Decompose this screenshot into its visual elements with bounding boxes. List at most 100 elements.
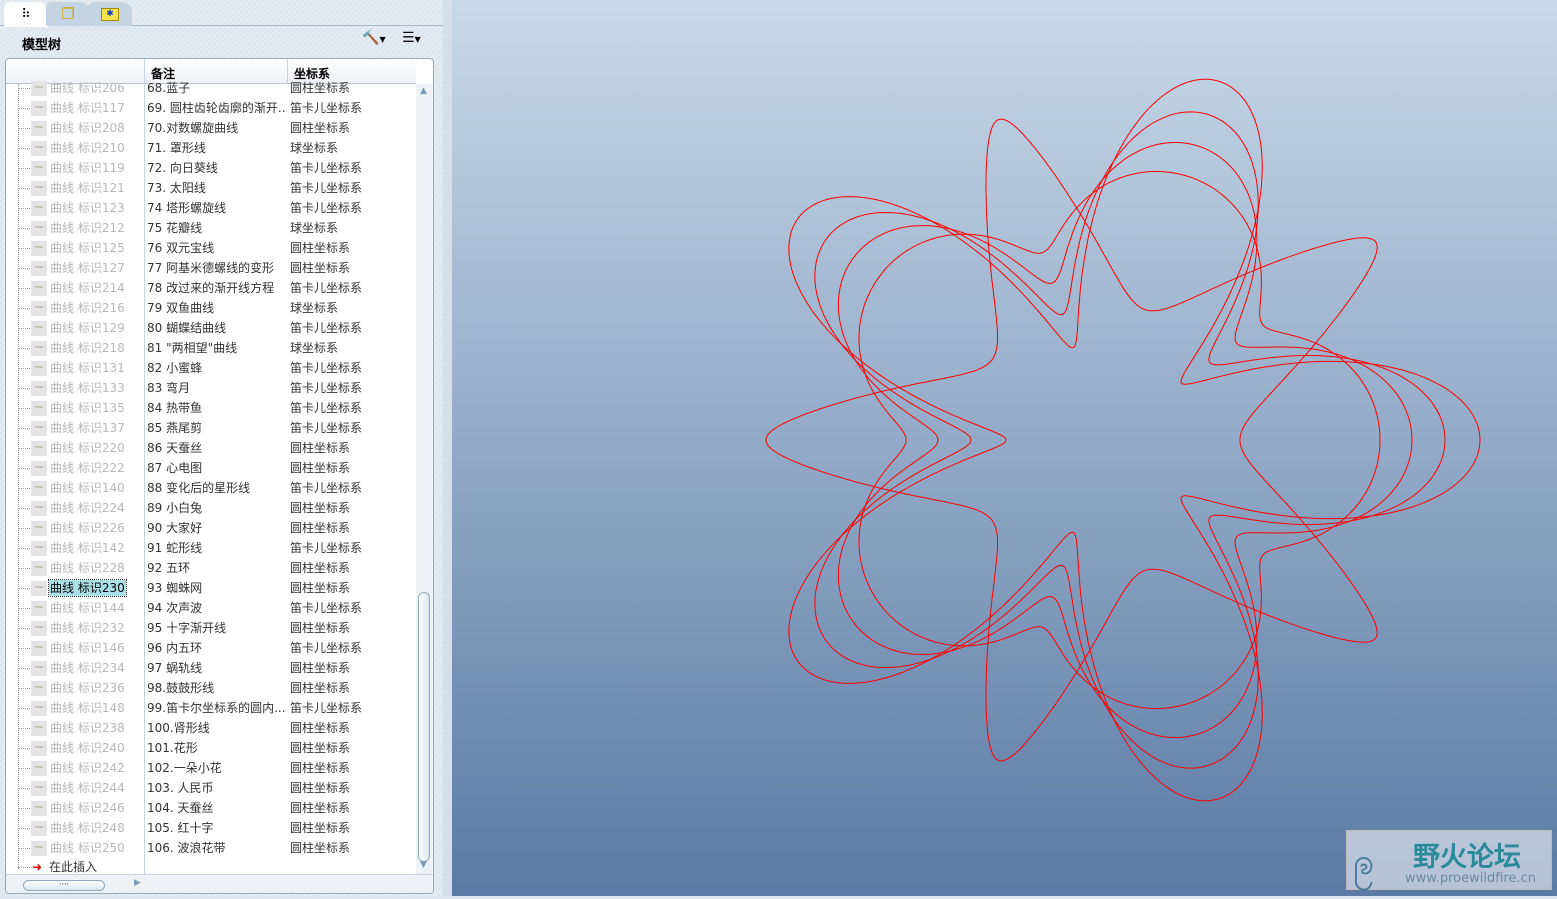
feature-name[interactable]: 曲线 标识208 [49, 118, 126, 138]
feature-name[interactable]: 曲线 标识127 [49, 258, 126, 278]
feature-name[interactable]: 曲线 标识142 [49, 538, 126, 558]
tree-item[interactable]: ∼ 曲线 标识137 85 燕尾剪 笛卡儿坐标系 [6, 418, 416, 438]
tree-item[interactable]: ∼ 曲线 标识133 83 弯月 笛卡儿坐标系 [6, 378, 416, 398]
feature-name[interactable]: 曲线 标识222 [49, 458, 126, 478]
feature-name[interactable]: 曲线 标识216 [49, 298, 126, 318]
curve-icon: ∼ [31, 141, 47, 156]
tree-item[interactable]: ∼ 曲线 标识216 79 双鱼曲线 球坐标系 [6, 298, 416, 318]
feature-name[interactable]: 曲线 标识248 [49, 818, 126, 838]
feature-name[interactable]: 曲线 标识212 [49, 218, 126, 238]
tree-item[interactable]: ∼ 曲线 标识210 71. 罩形线 球坐标系 [6, 138, 416, 158]
feature-name[interactable]: 曲线 标识214 [49, 278, 126, 298]
tree-item[interactable]: ∼ 曲线 标识121 73. 太阳线 笛卡儿坐标系 [6, 178, 416, 198]
tree-item[interactable]: ∼ 曲线 标识248 105. 红十字 圆柱坐标系 [6, 818, 416, 838]
tree-item[interactable]: ∼ 曲线 标识135 84 热带鱼 笛卡儿坐标系 [6, 398, 416, 418]
feature-name[interactable]: 曲线 标识121 [49, 178, 126, 198]
feature-name[interactable]: 曲线 标识131 [49, 358, 126, 378]
tree-item[interactable]: ∼ 曲线 标识224 89 小白兔 圆柱坐标系 [6, 498, 416, 518]
scroll-right-icon[interactable]: ▶ [134, 878, 141, 888]
tab-model-tree[interactable]: ⠷ [4, 2, 48, 27]
tree-item[interactable]: ∼ 曲线 标识232 95 十字渐开线 圆柱坐标系 [6, 618, 416, 638]
tree-item[interactable]: ∼ 曲线 标识222 87 心电图 圆柱坐标系 [6, 458, 416, 478]
horizontal-scrollbar[interactable]: ···· ▶ [6, 874, 433, 893]
feature-name[interactable]: 曲线 标识226 [49, 518, 126, 538]
tree-item[interactable]: ∼ 曲线 标识146 96 内五环 笛卡儿坐标系 [6, 638, 416, 658]
feature-name[interactable]: 曲线 标识246 [49, 798, 126, 818]
scroll-up-icon[interactable]: ▲ [420, 86, 427, 96]
tree-item[interactable]: ∼ 曲线 标识140 88 变化后的星形线 笛卡儿坐标系 [6, 478, 416, 498]
settings-tools-button[interactable]: 🔨▼ [362, 30, 386, 46]
feature-name[interactable]: 曲线 标识234 [49, 658, 126, 678]
tree-item[interactable]: ∼ 曲线 标识127 77 阿基米德螺线的变形 圆柱坐标系 [6, 258, 416, 278]
tree-item[interactable]: ∼ 曲线 标识238 100.肾形线 圆柱坐标系 [6, 718, 416, 738]
tree-item[interactable]: ∼ 曲线 标识142 91 蛇形线 笛卡儿坐标系 [6, 538, 416, 558]
curve-icon: ∼ [31, 681, 47, 696]
feature-name[interactable]: 曲线 标识117 [49, 98, 126, 118]
tree-item[interactable]: ∼ 曲线 标识129 80 蝴蝶结曲线 笛卡儿坐标系 [6, 318, 416, 338]
feature-name[interactable]: 曲线 标识129 [49, 318, 126, 338]
tree-item[interactable]: ∼ 曲线 标识218 81 "两相望"曲线 球坐标系 [6, 338, 416, 358]
feature-name[interactable]: 曲线 标识230 [48, 579, 127, 597]
coord-system-cell: 圆柱坐标系 [290, 681, 351, 695]
tree-item[interactable]: ∼ 曲线 标识131 82 小蜜蜂 笛卡儿坐标系 [6, 358, 416, 378]
feature-name[interactable]: 曲线 标识146 [49, 638, 126, 658]
graphics-viewport[interactable]: ဨ 野火论坛 www.proewildfire.cn [452, 0, 1557, 896]
scrollbar-thumb[interactable]: ···· [23, 880, 105, 891]
feature-name[interactable]: 曲线 标识135 [49, 398, 126, 418]
tree-item[interactable]: ∼ 曲线 标识240 101.花形 圆柱坐标系 [6, 738, 416, 758]
feature-name[interactable]: 曲线 标识228 [49, 558, 126, 578]
feature-name[interactable]: 曲线 标识220 [49, 438, 126, 458]
feature-name[interactable]: 曲线 标识232 [49, 618, 126, 638]
tree-item[interactable]: ∼ 曲线 标识250 106. 波浪花带 圆柱坐标系 [6, 838, 416, 858]
feature-name[interactable]: 曲线 标识144 [49, 598, 126, 618]
feature-name[interactable]: 曲线 标识250 [49, 838, 126, 858]
curve[interactable] [788, 78, 1481, 802]
curve-icon: ∼ [31, 721, 47, 736]
tree-item[interactable]: ∼ 曲线 标识119 72. 向日葵线 笛卡儿坐标系 [6, 158, 416, 178]
tree-item[interactable]: ∼ 曲线 标识208 70.对数螺旋曲线 圆柱坐标系 [6, 118, 416, 138]
curve[interactable] [837, 142, 1413, 738]
tree-item[interactable]: ∼ 曲线 标识246 104. 天蚕丝 圆柱坐标系 [6, 798, 416, 818]
tree-item[interactable]: ∼ 曲线 标识117 69. 圆柱齿轮齿廓的渐开... 笛卡儿坐标系 [6, 98, 416, 118]
tree-item[interactable]: ∼ 曲线 标识125 76 双元宝线 圆柱坐标系 [6, 238, 416, 258]
feature-name[interactable]: 曲线 标识140 [49, 478, 126, 498]
curve[interactable] [765, 118, 1378, 762]
feature-name[interactable]: 曲线 标识236 [49, 678, 126, 698]
tree-item[interactable]: ∼ 曲线 标识242 102.一朵小花 圆柱坐标系 [6, 758, 416, 778]
feature-name[interactable]: 曲线 标识244 [49, 778, 126, 798]
tree-item[interactable]: ∼ 曲线 标识226 90 大家好 圆柱坐标系 [6, 518, 416, 538]
tree-item[interactable]: ∼ 曲线 标识230 93 蜘蛛网 圆柱坐标系 [6, 578, 416, 598]
feature-name[interactable]: 曲线 标识224 [49, 498, 126, 518]
feature-name[interactable]: 曲线 标识238 [49, 718, 126, 738]
feature-name[interactable]: 曲线 标识125 [49, 238, 126, 258]
vertical-scrollbar[interactable]: ▲ ▼ [416, 84, 433, 874]
feature-name[interactable]: 曲线 标识206 [49, 78, 126, 98]
feature-name[interactable]: 曲线 标识133 [49, 378, 126, 398]
feature-name[interactable]: 曲线 标识137 [49, 418, 126, 438]
tree-item[interactable]: ∼ 曲线 标识148 99.笛卡尔坐标系的圆内... 笛卡儿坐标系 [6, 698, 416, 718]
tree-item[interactable]: ∼ 曲线 标识144 94 次声波 笛卡儿坐标系 [6, 598, 416, 618]
scroll-down-icon[interactable]: ▼ [420, 860, 427, 870]
feature-name[interactable]: 曲线 标识119 [49, 158, 126, 178]
tree-item[interactable]: ∼ 曲线 标识214 78 改过来的渐开线方程 笛卡儿坐标系 [6, 278, 416, 298]
feature-name[interactable]: 曲线 标识242 [49, 758, 126, 778]
show-options-button[interactable]: ☰▼ [402, 30, 421, 46]
feature-name[interactable]: 曲线 标识210 [49, 138, 126, 158]
note-cell: 89 小白兔 [147, 501, 203, 515]
tree-item[interactable]: ∼ 曲线 标识123 74 塔形螺旋线 笛卡儿坐标系 [6, 198, 416, 218]
tree-item[interactable]: ∼ 曲线 标识220 86 天蚕丝 圆柱坐标系 [6, 438, 416, 458]
tree-item[interactable]: ∼ 曲线 标识236 98.鼓鼓形线 圆柱坐标系 [6, 678, 416, 698]
feature-name[interactable]: 曲线 标识148 [49, 698, 126, 718]
feature-name[interactable]: 曲线 标识218 [49, 338, 126, 358]
feature-name[interactable]: 曲线 标识123 [49, 198, 126, 218]
tree-item[interactable]: ∼ 曲线 标识212 75 花瓣线 球坐标系 [6, 218, 416, 238]
tree-item[interactable]: ∼ 曲线 标识234 97 蜗轨线 圆柱坐标系 [6, 658, 416, 678]
panel-splitter[interactable] [443, 0, 452, 896]
tree-item[interactable]: ∼ 曲线 标识228 92 五环 圆柱坐标系 [6, 558, 416, 578]
feature-name[interactable]: 曲线 标识240 [49, 738, 126, 758]
tab-folder[interactable]: ✱ [88, 2, 132, 26]
tab-layers[interactable]: ❐ [46, 2, 90, 26]
scrollbar-thumb[interactable] [418, 592, 430, 862]
tree-item[interactable]: ∼ 曲线 标识244 103. 人民币 圆柱坐标系 [6, 778, 416, 798]
tree-item[interactable]: ∼ 曲线 标识206 68.蓝子 圆柱坐标系 [6, 78, 416, 98]
